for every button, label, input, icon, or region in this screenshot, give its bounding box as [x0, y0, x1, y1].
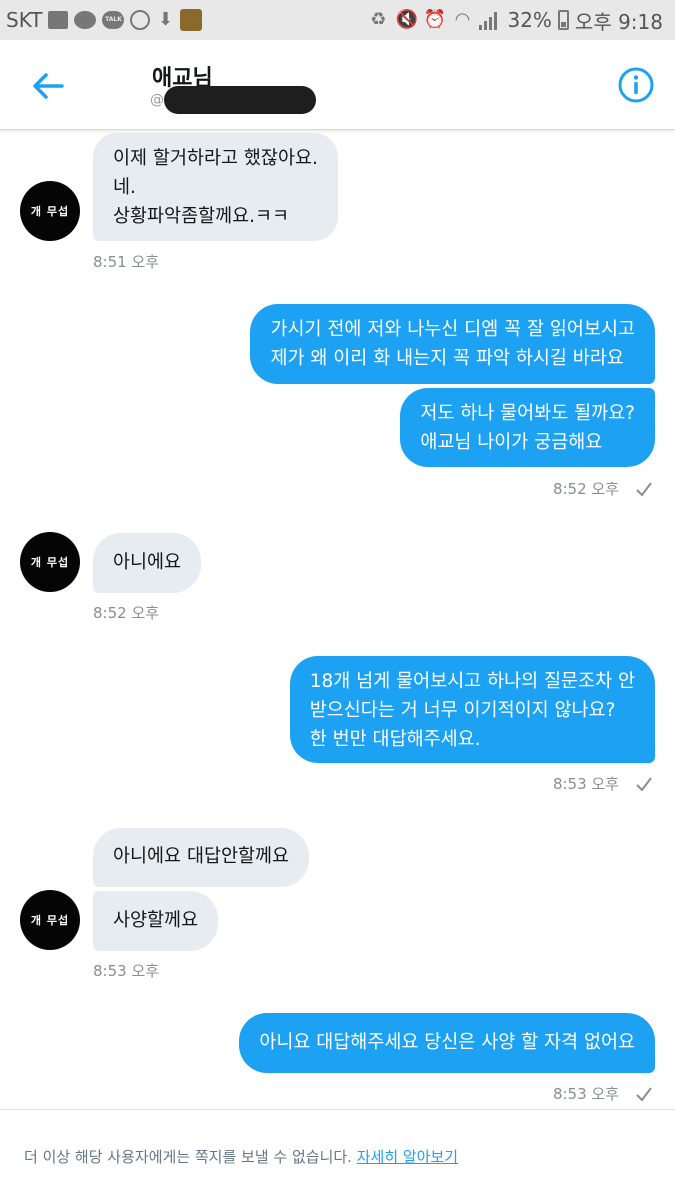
status-right: ♻ 🔇 ⏰ ◠ 32% 오후 9:18 [367, 6, 663, 34]
message-timestamp: 8:51 오후 [93, 253, 160, 271]
blocked-notice-bar: 더 이상 해당 사용자에게는 쪽지를 보낼 수 없습니다. 자세히 알아보기 [0, 1109, 675, 1200]
back-arrow-icon[interactable] [28, 66, 68, 106]
outgoing-message: 아니요 대답해주세요 당신은 사양 할 자격 없어요 [239, 1013, 655, 1073]
clock: 오후 9:18 [574, 9, 663, 34]
blocked-notice-text: 더 이상 해당 사용자에게는 쪽지를 보낼 수 없습니다. [24, 1148, 357, 1166]
contact-avatar[interactable]: 개 무섭 [20, 532, 80, 592]
incoming-message: 아니에요 [93, 533, 202, 593]
info-icon[interactable] [617, 66, 655, 104]
conversation-header: 애교님 @ [0, 40, 675, 130]
message-timestamp: 8:53 오후 [552, 1085, 619, 1103]
recycle-icon: ♻ [370, 9, 387, 30]
learn-more-link[interactable]: 자세히 알아보기 [357, 1148, 458, 1166]
outgoing-message: 가시기 전에 저와 나누신 디엠 꼭 잘 읽어보시고 제가 왜 이리 화 내는지… [250, 304, 655, 384]
message-timestamp: 8:52 오후 [552, 480, 619, 498]
outgoing-message: 18개 넘게 물어보시고 하나의 질문조차 안 받으신다는 거 너무 이기적이지… [289, 656, 655, 763]
sent-check-icon [636, 481, 652, 497]
contact-avatar[interactable]: 개 무섭 [20, 181, 80, 241]
message-icon [74, 11, 97, 29]
message-timestamp: 8:53 오후 [93, 962, 160, 980]
talk-icon: TALK [102, 11, 125, 29]
incoming-message: 이제 할거하라고 했잖아요. 네. 상황파악좀할께요.ㅋㅋ [93, 133, 338, 241]
wifi-icon: ◠ [454, 9, 471, 30]
blocked-notice: 더 이상 해당 사용자에게는 쪽지를 보낼 수 없습니다. 자세히 알아보기 [24, 1146, 458, 1167]
redacted-handle [164, 86, 316, 114]
t-circle-icon [130, 10, 151, 30]
download-icon: ⬇ [157, 9, 174, 30]
message-timestamp: 8:53 오후 [552, 775, 619, 793]
message-list[interactable]: 이제 할거하라고 했잖아요. 네. 상황파악좀할께요.ㅋㅋ 개 무섭 8:51 … [0, 131, 675, 1109]
alarm-icon: ⏰ [423, 9, 446, 30]
image-icon [48, 11, 69, 29]
mute-icon: 🔇 [395, 9, 418, 30]
message-status: 8:52 오후 [553, 478, 653, 499]
signal-icon [479, 10, 501, 30]
sent-check-icon [636, 776, 652, 792]
message-timestamp: 8:52 오후 [93, 604, 160, 622]
carrier-label: SKT [6, 8, 43, 32]
sent-check-icon [636, 1086, 652, 1102]
battery-percent: 32% [507, 8, 552, 32]
outgoing-message: 저도 하나 물어봐도 될까요? 애교님 나이가 궁금해요 [400, 388, 655, 467]
contact-avatar[interactable]: 개 무섭 [20, 890, 80, 950]
status-left: SKT TALK ⬇ [6, 6, 203, 34]
battery-icon [557, 10, 569, 30]
contact-handle: @ [150, 92, 164, 108]
status-bar: SKT TALK ⬇ ♻ 🔇 ⏰ ◠ 32% 오후 9:18 [0, 0, 675, 40]
app-avatar-icon [180, 9, 203, 31]
incoming-message: 아니에요 대답안할께요 [93, 828, 310, 887]
incoming-message: 사양할께요 [93, 891, 219, 951]
message-status: 8:53 오후 [553, 773, 653, 794]
message-status: 8:53 오후 [553, 1083, 653, 1104]
